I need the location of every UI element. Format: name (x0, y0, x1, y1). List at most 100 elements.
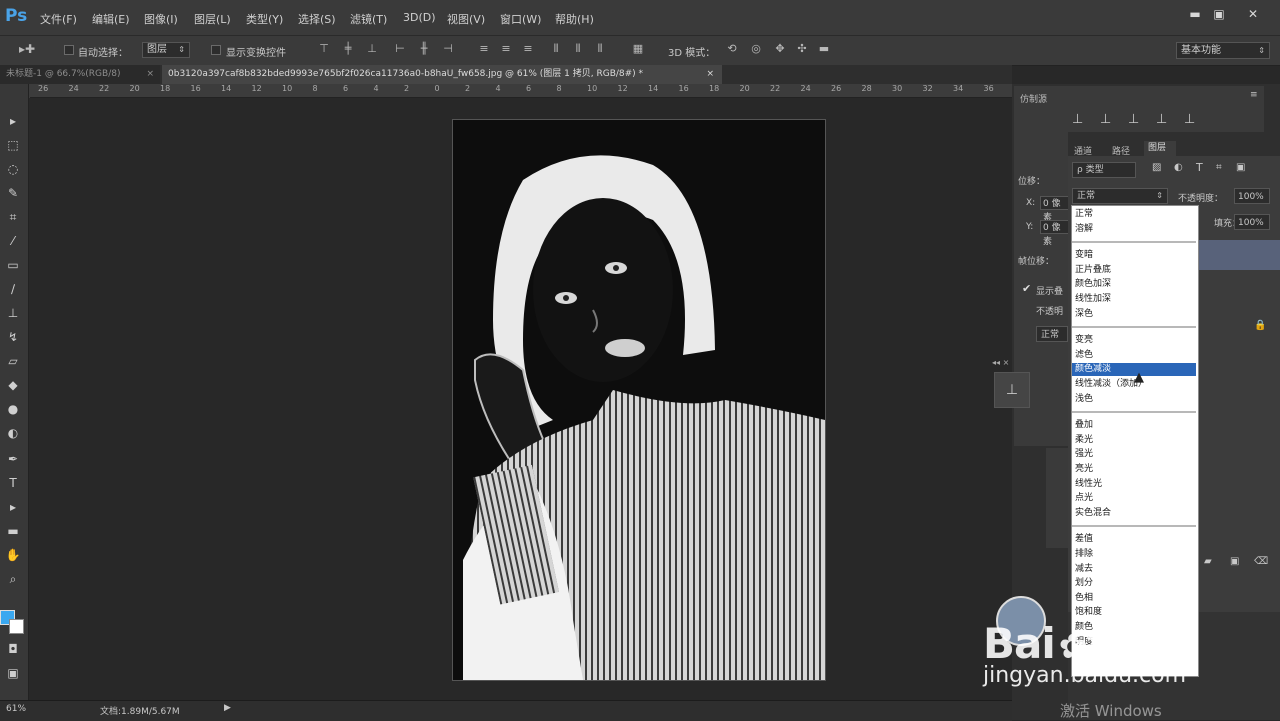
blend-mode-option[interactable]: 变暗 (1072, 249, 1196, 262)
zoom-level[interactable]: 61% (6, 704, 26, 714)
align-left-icon[interactable]: ⊢ (394, 43, 406, 55)
clone-source-5-icon[interactable]: ⊥ (1184, 112, 1195, 127)
filter-type-icon[interactable]: T (1196, 161, 1203, 174)
overlay-mode-dropdown[interactable]: 正常 (1036, 326, 1068, 342)
blend-mode-option[interactable]: 正片叠底 (1072, 264, 1196, 277)
menu-file[interactable]: 文件(F) (40, 11, 77, 27)
clone-source-3-icon[interactable]: ⊥ (1128, 112, 1139, 127)
align-vcenter-icon[interactable]: ╪ (342, 43, 354, 55)
eraser-tool-icon[interactable]: ▱ (3, 352, 23, 370)
3d-roll-icon[interactable]: ◎ (750, 43, 762, 55)
move-tool-icon[interactable]: ▸ (3, 112, 23, 130)
menu-3d[interactable]: 3D(D) (403, 11, 436, 24)
blend-mode-option[interactable]: 亮光 (1072, 463, 1196, 476)
tab-active-image[interactable]: 0b3120a397caf8b832bded9993e765bf2f026ca1… (162, 65, 722, 84)
tab-channels[interactable]: 通道 (1074, 144, 1092, 157)
close-button[interactable]: ✕ (1244, 7, 1262, 21)
menu-view[interactable]: 视图(V) (447, 11, 485, 27)
close-icon[interactable]: × (146, 65, 154, 84)
3d-drag-icon[interactable]: ✥ (774, 43, 786, 55)
blend-mode-option[interactable]: 线性光 (1072, 478, 1196, 491)
align-hcenter-icon[interactable]: ╫ (418, 43, 430, 55)
minimize-button[interactable]: ▬ (1186, 7, 1204, 21)
distribute-right-icon[interactable]: ⦀ (594, 43, 606, 55)
auto-select-checkbox[interactable] (64, 45, 74, 55)
tab-untitled[interactable]: 未标题-1 @ 66.7%(RGB/8) × (0, 65, 160, 84)
blend-mode-option[interactable]: 正常 (1072, 208, 1196, 221)
blend-mode-option[interactable]: 柔光 (1072, 434, 1196, 447)
distribute-vcenter-icon[interactable]: ≡ (500, 43, 512, 55)
blend-mode-option[interactable]: 实色混合 (1072, 507, 1196, 520)
filter-smart-object-icon[interactable]: ▣ (1236, 162, 1245, 173)
dodge-tool-icon[interactable]: ◐ (3, 424, 23, 442)
eyedropper-tool-icon[interactable]: ⁄ (3, 232, 23, 250)
clone-source-tab[interactable]: 仿制源 (1020, 92, 1047, 105)
close-icon[interactable]: × (706, 65, 714, 84)
fill-input[interactable]: 100% (1234, 214, 1270, 230)
document-image[interactable] (452, 119, 826, 681)
blend-mode-option[interactable]: 色相 (1072, 592, 1196, 605)
blend-mode-option[interactable]: 划分 (1072, 577, 1196, 590)
move-tool-icon[interactable]: ▸✚ (16, 43, 38, 55)
align-bottom-icon[interactable]: ⊥ (366, 43, 378, 55)
blend-mode-option[interactable]: 滤色 (1072, 349, 1196, 362)
layer-kind-filter[interactable]: ρ 类型 (1072, 162, 1136, 178)
delete-layer-icon[interactable]: ⌫ (1254, 556, 1268, 567)
filter-shape-icon[interactable]: ⌗ (1216, 162, 1222, 173)
tab-paths[interactable]: 路径 (1112, 144, 1130, 157)
layer-lock-icon[interactable]: 🔒 (1254, 320, 1266, 331)
blend-mode-option[interactable]: 叠加 (1072, 419, 1196, 432)
menu-edit[interactable]: 编辑(E) (92, 11, 130, 27)
brush-tool-icon[interactable]: ∕ (3, 280, 23, 298)
blend-mode-option[interactable]: 减去 (1072, 563, 1196, 576)
offset-y-input[interactable]: 0 像素 (1040, 220, 1070, 247)
filter-pixel-icon[interactable]: ▨ (1152, 162, 1161, 173)
healing-tool-icon[interactable]: ▭ (3, 256, 23, 274)
blend-mode-option[interactable]: 颜色加深 (1072, 278, 1196, 291)
marquee-tool-icon[interactable]: ⬚ (3, 136, 23, 154)
type-tool-icon[interactable]: T (3, 474, 23, 492)
collapse-arrows-icon[interactable]: ◂◂ × (992, 358, 1022, 370)
blur-tool-icon[interactable]: ● (3, 400, 23, 418)
blend-mode-option[interactable]: 排除 (1072, 548, 1196, 561)
tab-layers[interactable]: 图层 (1144, 141, 1176, 156)
show-transform-checkbox[interactable] (211, 45, 221, 55)
distribute-hcenter-icon[interactable]: ⦀ (572, 43, 584, 55)
history-brush-tool-icon[interactable]: ↯ (3, 328, 23, 346)
clone-source-collapsed-icon[interactable]: ⊥ (994, 372, 1030, 408)
new-group-icon[interactable]: ▰ (1204, 556, 1212, 567)
blend-mode-dropdown[interactable]: 正常 ⇕ (1072, 188, 1168, 204)
offset-x-input[interactable]: 0 像素 (1040, 196, 1070, 223)
menu-layer[interactable]: 图层(L) (194, 11, 231, 27)
path-select-tool-icon[interactable]: ▸ (3, 498, 23, 516)
blend-mode-option[interactable]: 差值 (1072, 533, 1196, 546)
blend-mode-option[interactable]: 浅色 (1072, 393, 1196, 406)
lasso-tool-icon[interactable]: ◌ (3, 160, 23, 178)
crop-tool-icon[interactable]: ⌗ (3, 208, 23, 226)
screen-mode-icon[interactable]: ▣ (3, 664, 23, 682)
filter-adjustment-icon[interactable]: ◐ (1174, 162, 1183, 173)
clone-source-1-icon[interactable]: ⊥ (1072, 112, 1083, 127)
paint-bucket-tool-icon[interactable]: ◆ (3, 376, 23, 394)
clone-stamp-tool-icon[interactable]: ⊥ (3, 304, 23, 322)
maximize-button[interactable]: ▣ (1210, 7, 1228, 21)
blend-mode-option[interactable]: 线性加深 (1072, 293, 1196, 306)
show-overlay-checkbox[interactable]: ✔ (1022, 282, 1031, 295)
menu-window[interactable]: 窗口(W) (500, 11, 541, 27)
shape-tool-icon[interactable]: ▬ (3, 522, 23, 540)
layer-row-selected[interactable] (1196, 240, 1280, 270)
align-top-icon[interactable]: ⊤ (318, 43, 330, 55)
clone-source-2-icon[interactable]: ⊥ (1100, 112, 1111, 127)
hand-tool-icon[interactable]: ✋ (3, 546, 23, 564)
distribute-bottom-icon[interactable]: ≡ (522, 43, 534, 55)
opacity-input[interactable]: 100% (1234, 188, 1270, 204)
blend-mode-option[interactable]: 点光 (1072, 492, 1196, 505)
blend-mode-option[interactable]: 溶解 (1072, 223, 1196, 236)
quick-select-tool-icon[interactable]: ✎ (3, 184, 23, 202)
zoom-tool-icon[interactable]: ⌕ (3, 570, 23, 588)
blend-mode-option[interactable]: 强光 (1072, 448, 1196, 461)
clone-source-4-icon[interactable]: ⊥ (1156, 112, 1167, 127)
menu-image[interactable]: 图像(I) (144, 11, 178, 27)
3d-rotate-icon[interactable]: ⟲ (726, 43, 738, 55)
quick-mask-icon[interactable]: ◘ (3, 640, 23, 658)
